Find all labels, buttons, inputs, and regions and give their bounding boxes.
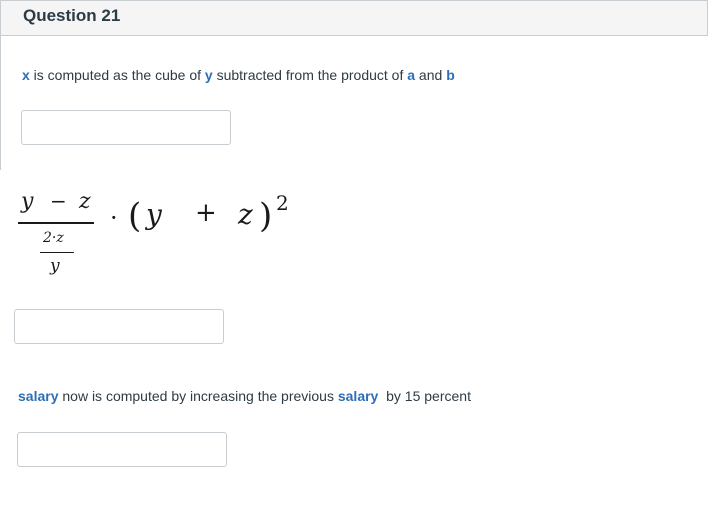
math-rparen: ) — [259, 196, 273, 236]
main-fraction-bar — [18, 222, 94, 224]
math-den-numerator: 2·z — [43, 230, 64, 246]
var-salary-previous: salary — [337, 388, 379, 404]
math-num-y: y — [21, 189, 34, 214]
prompt-1-text-a: is computed as the cube of — [29, 67, 205, 83]
math-exponent: 2 — [276, 191, 289, 215]
var-salary: salary — [18, 388, 59, 404]
prompt-1: x is computed as the cube of y subtracte… — [22, 67, 455, 83]
prompt-1-text-c: and — [415, 67, 447, 83]
math-plus: + — [195, 198, 217, 228]
var-x: x — [22, 67, 30, 83]
question-title: Question 21 — [23, 6, 121, 25]
prompt-3-text-b: by 15 percent — [378, 388, 471, 404]
math-lparen: ( — [128, 196, 142, 236]
var-b: b — [446, 67, 455, 83]
math-num-minus: − — [50, 189, 67, 213]
math-num-z: z — [79, 189, 91, 214]
math-dot: · — [110, 204, 118, 232]
math-y: y — [146, 198, 162, 231]
math-den-denominator: y — [50, 256, 60, 276]
prompt-1-text-b: subtracted from the product of — [212, 67, 408, 83]
answer-input-3[interactable] — [17, 432, 227, 467]
question-left-border — [0, 36, 1, 170]
var-a: a — [407, 67, 416, 83]
answer-input-1[interactable] — [21, 110, 231, 145]
sub-fraction-bar — [40, 252, 74, 253]
math-z: z — [238, 198, 253, 231]
prompt-3: salary now is computed by increasing the… — [18, 388, 471, 404]
question-header: Question 21 — [0, 0, 708, 36]
prompt-3-text-a: now is computed by increasing the previo… — [58, 388, 338, 404]
answer-input-2[interactable] — [14, 309, 224, 344]
var-y: y — [204, 67, 213, 83]
